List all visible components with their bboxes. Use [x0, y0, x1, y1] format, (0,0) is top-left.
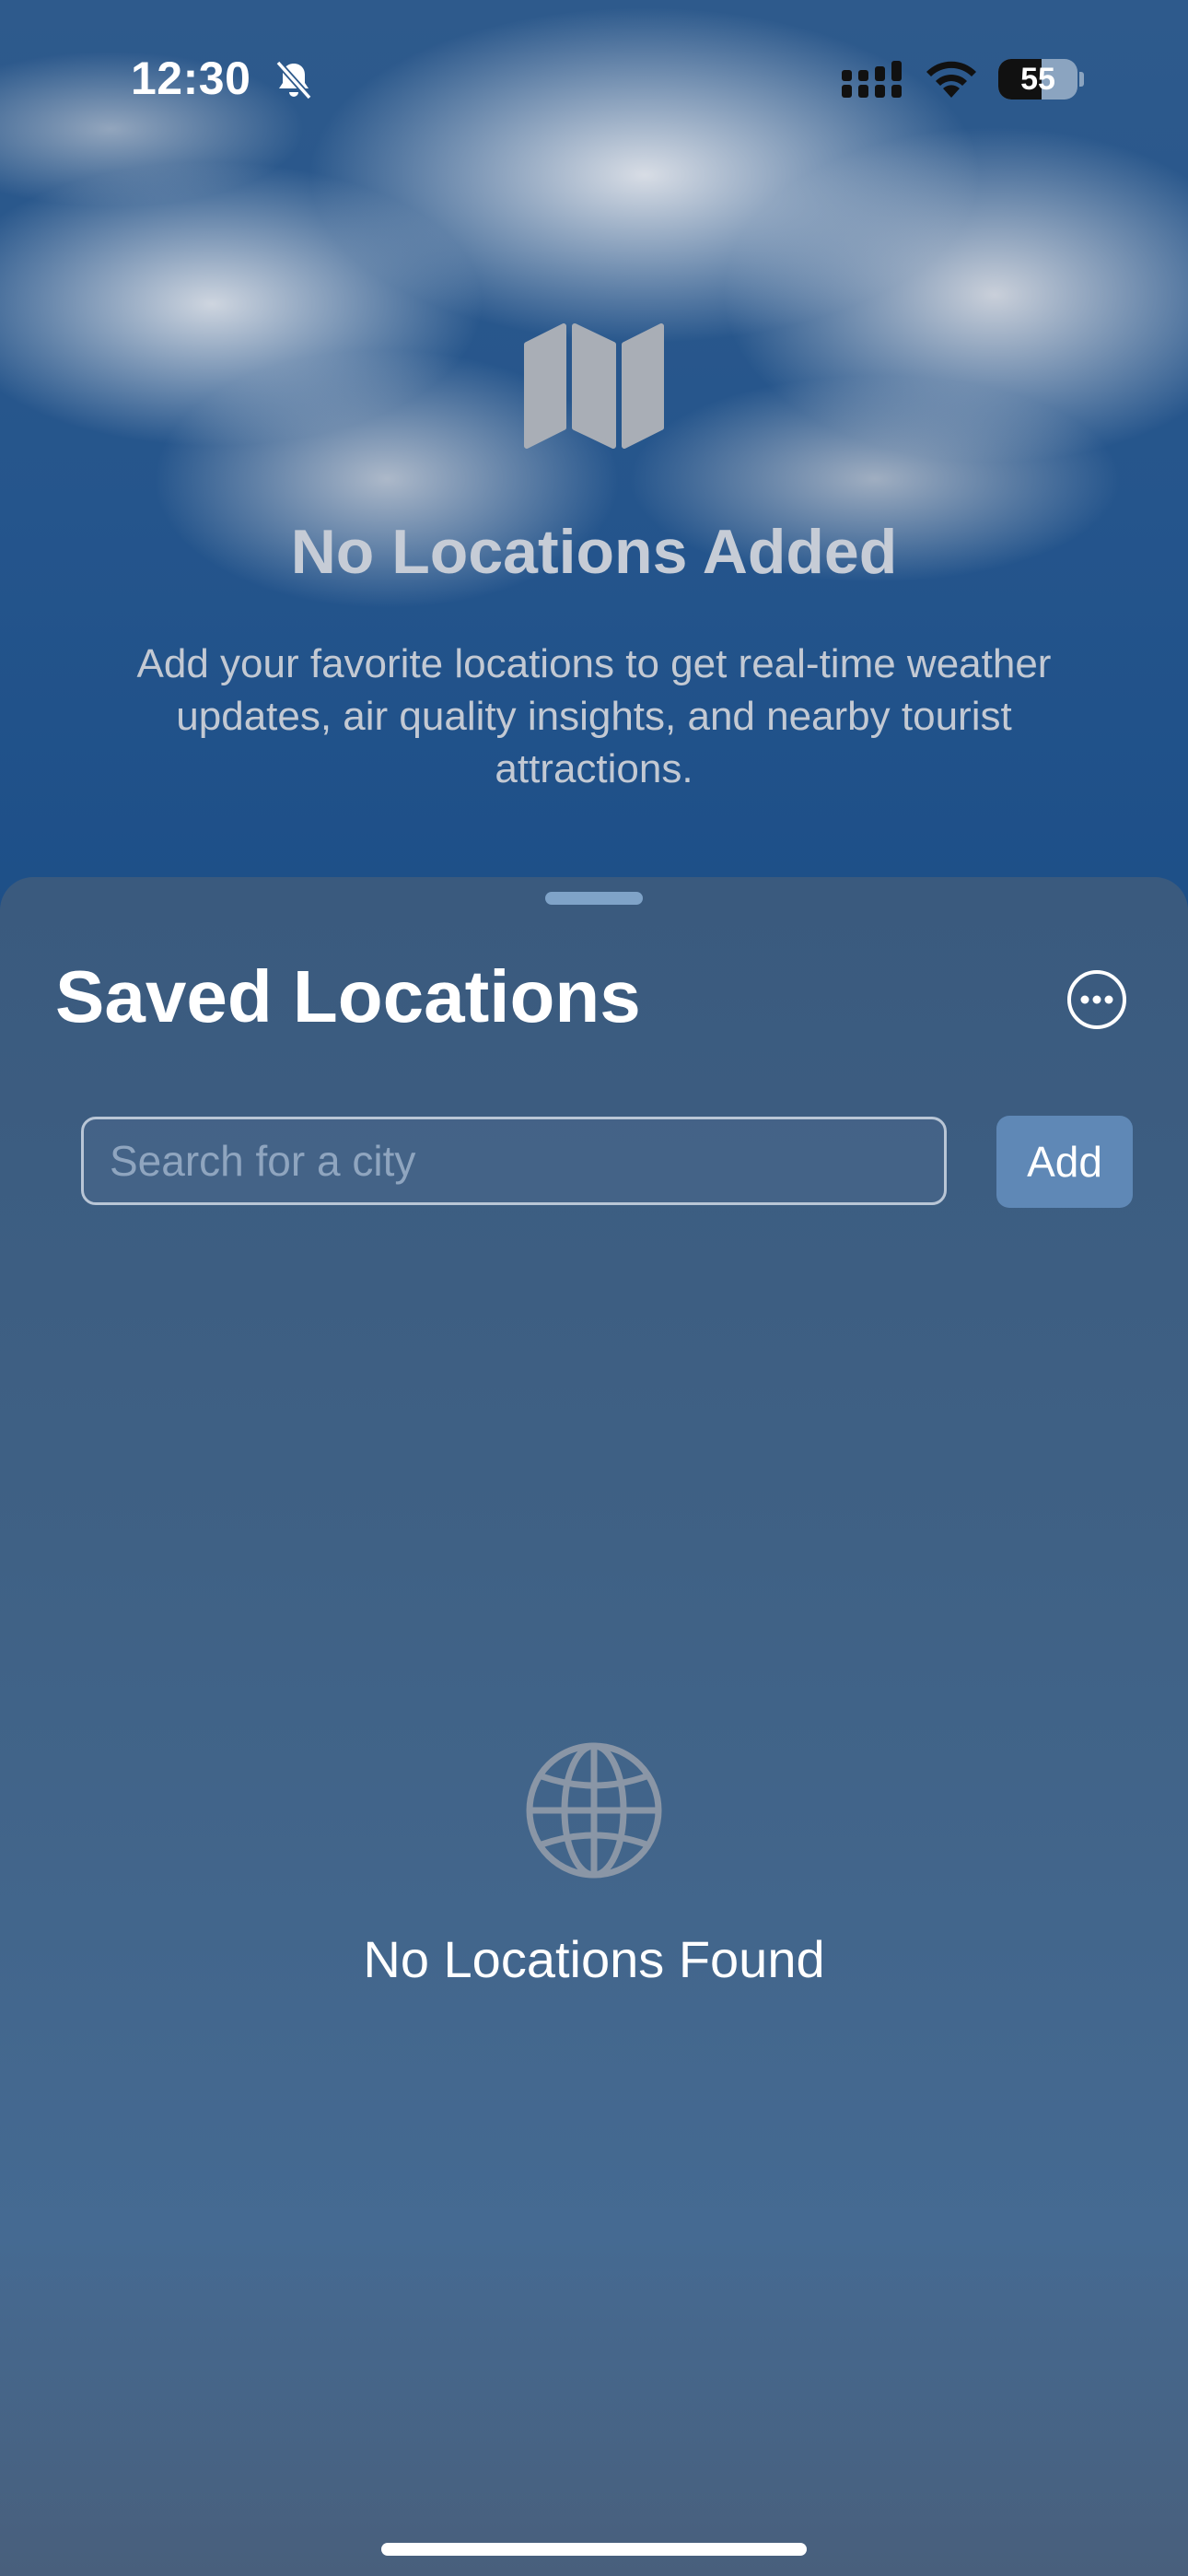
battery-body: 55 [998, 59, 1077, 100]
app-screen: 12:30 55 No Locations Added Add your fav… [0, 0, 1188, 2576]
saved-locations-sheet: Saved Locations Add No Locations Found [0, 877, 1188, 2576]
status-bar: 12:30 55 [0, 0, 1188, 157]
no-locations-found-label: No Locations Found [363, 1930, 825, 1988]
battery-indicator: 55 [998, 59, 1084, 100]
bell-slash-icon [275, 60, 312, 100]
sheet-grabber[interactable] [545, 892, 643, 905]
cellular-signal-icon [842, 61, 902, 98]
home-indicator[interactable] [381, 2543, 807, 2556]
more-options-button[interactable] [1066, 969, 1127, 1030]
sheet-title: Saved Locations [55, 955, 641, 1037]
battery-tip [1079, 72, 1084, 87]
wifi-icon [926, 61, 976, 98]
add-location-button[interactable]: Add [996, 1116, 1133, 1208]
battery-percentage: 55 [1020, 62, 1055, 97]
status-time: 12:30 [131, 53, 251, 104]
map-icon [524, 323, 664, 449]
city-search-input[interactable] [81, 1117, 947, 1205]
empty-state-title: No Locations Added [290, 517, 898, 587]
globe-icon [526, 1742, 662, 1879]
empty-state-description: Add your favorite locations to get real-… [136, 641, 1052, 791]
